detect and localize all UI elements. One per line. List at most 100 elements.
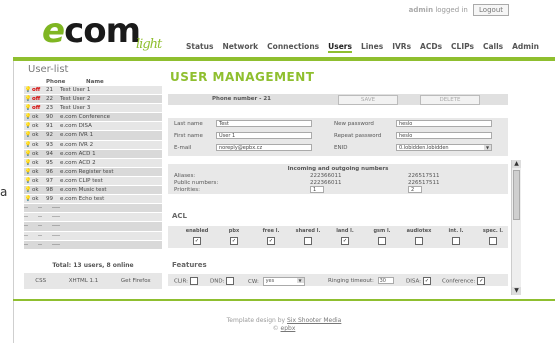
user-list-row[interactable]: 💡ok 97 e.com CLIP test <box>24 176 162 187</box>
user-list-row[interactable]: 💡ok 90 e.com Conference <box>24 113 162 123</box>
nav-admin[interactable]: Admin <box>512 42 539 51</box>
user-phone: 95 <box>46 159 53 166</box>
enid-select[interactable]: 0.lobidden.lobidden ▼ <box>396 144 492 151</box>
user-list-row[interactable]: 💡ok 93 e.com IVR 2 <box>24 140 162 150</box>
aliases-label: Aliases: <box>174 173 196 179</box>
ringing-timeout-input[interactable]: 30 <box>377 277 394 284</box>
nav-connections[interactable]: Connections <box>267 42 319 51</box>
scroll-up-icon[interactable]: ▲ <box>512 160 521 168</box>
clir-label: CLIR: <box>174 278 189 285</box>
email-input[interactable]: noreply@epbx.cz <box>216 144 312 151</box>
nav-network[interactable]: Network <box>222 42 258 51</box>
user-list-row[interactable]: 💡ok 99 e.com Echo test <box>24 195 162 205</box>
copyright-link[interactable]: epbx <box>281 325 296 332</box>
logo-suffix: light <box>136 37 162 52</box>
acl-title: ACL <box>172 212 188 220</box>
acl-checkbox[interactable]: ✓ <box>230 237 238 245</box>
user-name: e.com ACD 2 <box>60 159 96 166</box>
user-list-row[interactable]: -- -- ---- <box>24 222 162 232</box>
nav-lines[interactable]: Lines <box>361 42 383 51</box>
nav-calls[interactable]: Calls <box>483 42 503 51</box>
user-list-row[interactable]: 💡ok 95 e.com ACD 2 <box>24 158 162 168</box>
acl-label: int. l. <box>448 228 464 234</box>
acl-label: audiotex <box>406 228 432 234</box>
acl-column: audiotex <box>404 228 434 245</box>
new-password-input[interactable]: heslo <box>396 120 492 127</box>
lightbulb-icon: 💡 <box>24 141 32 148</box>
user-phone: 99 <box>46 196 53 203</box>
clir-checkbox[interactable] <box>190 277 199 285</box>
priority-in-input[interactable]: 1 <box>310 186 324 193</box>
user-phone: -- <box>38 205 42 212</box>
acl-checkbox[interactable]: ✓ <box>341 237 349 245</box>
scroll-thumb[interactable] <box>513 170 520 220</box>
user-form: Last name Test First name User 1 E-mail … <box>168 118 508 156</box>
nav-clips[interactable]: CLIPs <box>451 42 474 51</box>
user-list-row[interactable]: -- -- ---- <box>24 231 162 241</box>
user-list-row[interactable]: 💡ok 92 e.com IVR 1 <box>24 131 162 141</box>
acl-checkbox[interactable]: ✓ <box>193 237 201 245</box>
acl-checkbox[interactable] <box>489 237 497 245</box>
css-link[interactable]: CSS <box>35 278 46 284</box>
user-phone: 92 <box>46 132 53 139</box>
last-name-input[interactable]: Test <box>216 120 312 127</box>
login-status: logged in <box>435 6 468 14</box>
user-list-row[interactable]: -- -- ---- <box>24 213 162 223</box>
lightbulb-icon: 💡 <box>24 87 32 93</box>
user-list-row[interactable]: -- -- ---- <box>24 204 162 214</box>
acl-checkbox[interactable] <box>452 237 460 245</box>
user-status: ok <box>32 141 39 148</box>
user-list-row[interactable]: 💡off 21 Test User 1 <box>24 86 162 96</box>
xhtml-link[interactable]: XHTML 1.1 <box>69 278 99 284</box>
user-list-row[interactable]: 💡ok 98 e.com Music test <box>24 186 162 196</box>
repeat-password-input[interactable]: heslo <box>396 132 492 139</box>
user-list-row[interactable]: 💡ok 96 e.com Register test <box>24 167 162 177</box>
logout-button[interactable]: Logout <box>473 4 509 16</box>
user-box: admin logged in Logout <box>409 4 509 16</box>
conference-checkbox[interactable]: ✓ <box>477 277 486 285</box>
acl-label: gsm l. <box>373 228 391 234</box>
user-status: ok <box>32 150 39 157</box>
cw-select[interactable]: yes ▼ <box>262 277 305 286</box>
acl-label: free l. <box>262 228 280 234</box>
user-list-row[interactable]: 💡off 23 Test User 3 <box>24 104 162 114</box>
scroll-down-icon[interactable]: ▼ <box>512 287 521 295</box>
user-name: e.com DISA <box>60 123 92 130</box>
disa-checkbox[interactable]: ✓ <box>422 277 431 285</box>
user-name: Test User 3 <box>60 105 91 112</box>
logo-main: com <box>64 11 141 51</box>
user-phone: 98 <box>46 187 53 194</box>
user-phone: -- <box>38 223 42 230</box>
first-name-input[interactable]: User 1 <box>216 132 312 139</box>
acl-checkbox[interactable] <box>378 237 386 245</box>
features-title: Features <box>172 261 207 269</box>
vertical-scrollbar[interactable]: ▲ ▼ <box>511 160 521 295</box>
save-button[interactable]: SAVE <box>338 95 398 105</box>
nav-status[interactable]: Status <box>186 42 213 51</box>
acl-checkbox[interactable] <box>415 237 423 245</box>
user-list-row[interactable]: -- -- ---- <box>24 240 162 250</box>
user-list-row[interactable]: 💡off 22 Test User 2 <box>24 95 162 105</box>
user-list-row[interactable]: 💡ok 91 e.com DISA <box>24 122 162 132</box>
repeat-password-label: Repeat password <box>334 133 382 139</box>
nav-ivrs[interactable]: IVRs <box>392 42 411 51</box>
nav-acds[interactable]: ACDs <box>420 42 442 51</box>
user-status: -- <box>24 241 28 248</box>
priority-out-input[interactable]: 2 <box>408 186 422 193</box>
user-list-row[interactable]: 💡ok 94 e.com ACD 1 <box>24 149 162 159</box>
logo[interactable]: ecomlight <box>42 14 165 56</box>
user-status: ok <box>32 168 39 175</box>
acl-checkbox[interactable]: ✓ <box>267 237 275 245</box>
user-name: Test User 1 <box>60 87 91 93</box>
firefox-link[interactable]: Get Firefox <box>121 278 151 284</box>
user-name: e.com Music test <box>60 187 107 194</box>
nav-users[interactable]: Users <box>328 42 352 53</box>
dnd-checkbox[interactable] <box>226 277 235 285</box>
features-section: CLIR: DND: CW: yes ▼ Ringing timeout: 30… <box>168 274 508 286</box>
design-link[interactable]: Six Shooter Media <box>287 317 341 324</box>
delete-button[interactable]: DELETE <box>420 95 480 105</box>
user-list: Phone Name 💡off 21 Test User 1 💡off 22 Test Us… <box>24 78 162 250</box>
user-phone: 94 <box>46 150 53 157</box>
user-name: ---- <box>52 223 60 230</box>
acl-checkbox[interactable] <box>304 237 312 245</box>
